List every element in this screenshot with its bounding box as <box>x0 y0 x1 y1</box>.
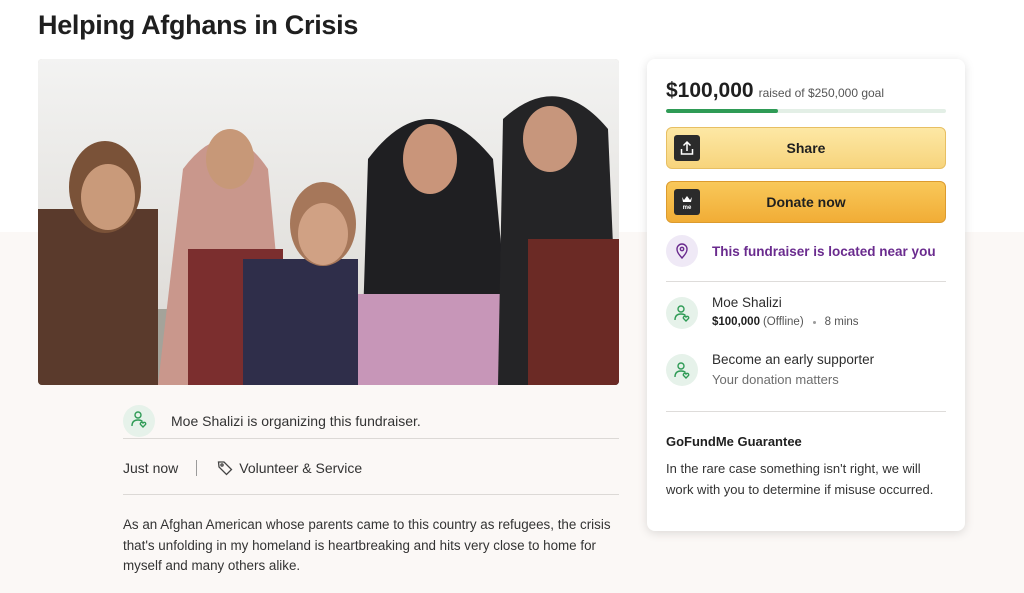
divider <box>123 438 619 439</box>
user-heart-icon <box>666 297 698 329</box>
location-pin-icon <box>666 235 698 267</box>
guarantee-title: GoFundMe Guarantee <box>666 434 802 449</box>
share-button[interactable]: Share <box>666 127 946 169</box>
donate-button[interactable]: me Donate now <box>666 181 946 223</box>
share-upload-icon <box>674 135 700 161</box>
donor-time: 8 mins <box>824 316 859 328</box>
donor-amount: $100,000 <box>712 316 760 328</box>
separator-dot <box>812 320 816 324</box>
donate-label: Donate now <box>766 194 846 210</box>
tag-icon <box>217 460 233 476</box>
raised-summary: $100,000 raised of $250,000 goal <box>666 79 884 103</box>
gofundme-logo-text: me <box>683 205 692 211</box>
location-text: This fundraiser is located near you <box>712 243 936 259</box>
campaign-meta: Just now Volunteer & Service <box>123 458 362 478</box>
page-title: Helping Afghans in Crisis <box>38 10 359 40</box>
user-heart-icon <box>130 410 148 433</box>
posted-time: Just now <box>123 460 179 476</box>
card-divider <box>666 411 946 412</box>
donation-card: $100,000 raised of $250,000 goal Share m… <box>647 59 965 531</box>
guarantee-text: In the rare case something isn't right, … <box>666 461 934 497</box>
early-supporter-item: Become an early supporter Your donation … <box>666 352 874 387</box>
gofundme-logo-icon: me <box>674 189 700 215</box>
divider <box>123 494 619 495</box>
share-label: Share <box>786 140 826 156</box>
goal-text: raised of $250,000 goal <box>758 86 885 100</box>
organizer-row: Moe Shalizi is organizing this fundraise… <box>123 404 619 438</box>
location-notice: This fundraiser is located near you <box>666 235 936 267</box>
donor-status: (Offline) <box>762 316 804 328</box>
raised-amount: $100,000 <box>666 79 754 102</box>
progress-fill <box>666 109 778 113</box>
user-heart-icon <box>666 354 698 386</box>
organizer-avatar <box>123 405 155 437</box>
campaign-story: As an Afghan American whose parents came… <box>123 517 611 573</box>
donor-details: $100,000 (Offline) 8 mins <box>712 316 859 328</box>
campaign-hero-image <box>38 59 619 385</box>
category-link[interactable]: Volunteer & Service <box>239 460 362 476</box>
card-divider <box>666 281 946 282</box>
meta-separator <box>196 460 198 476</box>
early-supporter-subtitle: Your donation matters <box>712 372 839 387</box>
early-supporter-title: Become an early supporter <box>712 352 875 367</box>
organizer-text: Moe Shalizi is organizing this fundraise… <box>171 413 421 429</box>
donor-item: Moe Shalizi $100,000 (Offline) 8 mins <box>666 295 859 329</box>
donor-name: Moe Shalizi <box>712 295 782 310</box>
progress-bar <box>666 109 946 113</box>
